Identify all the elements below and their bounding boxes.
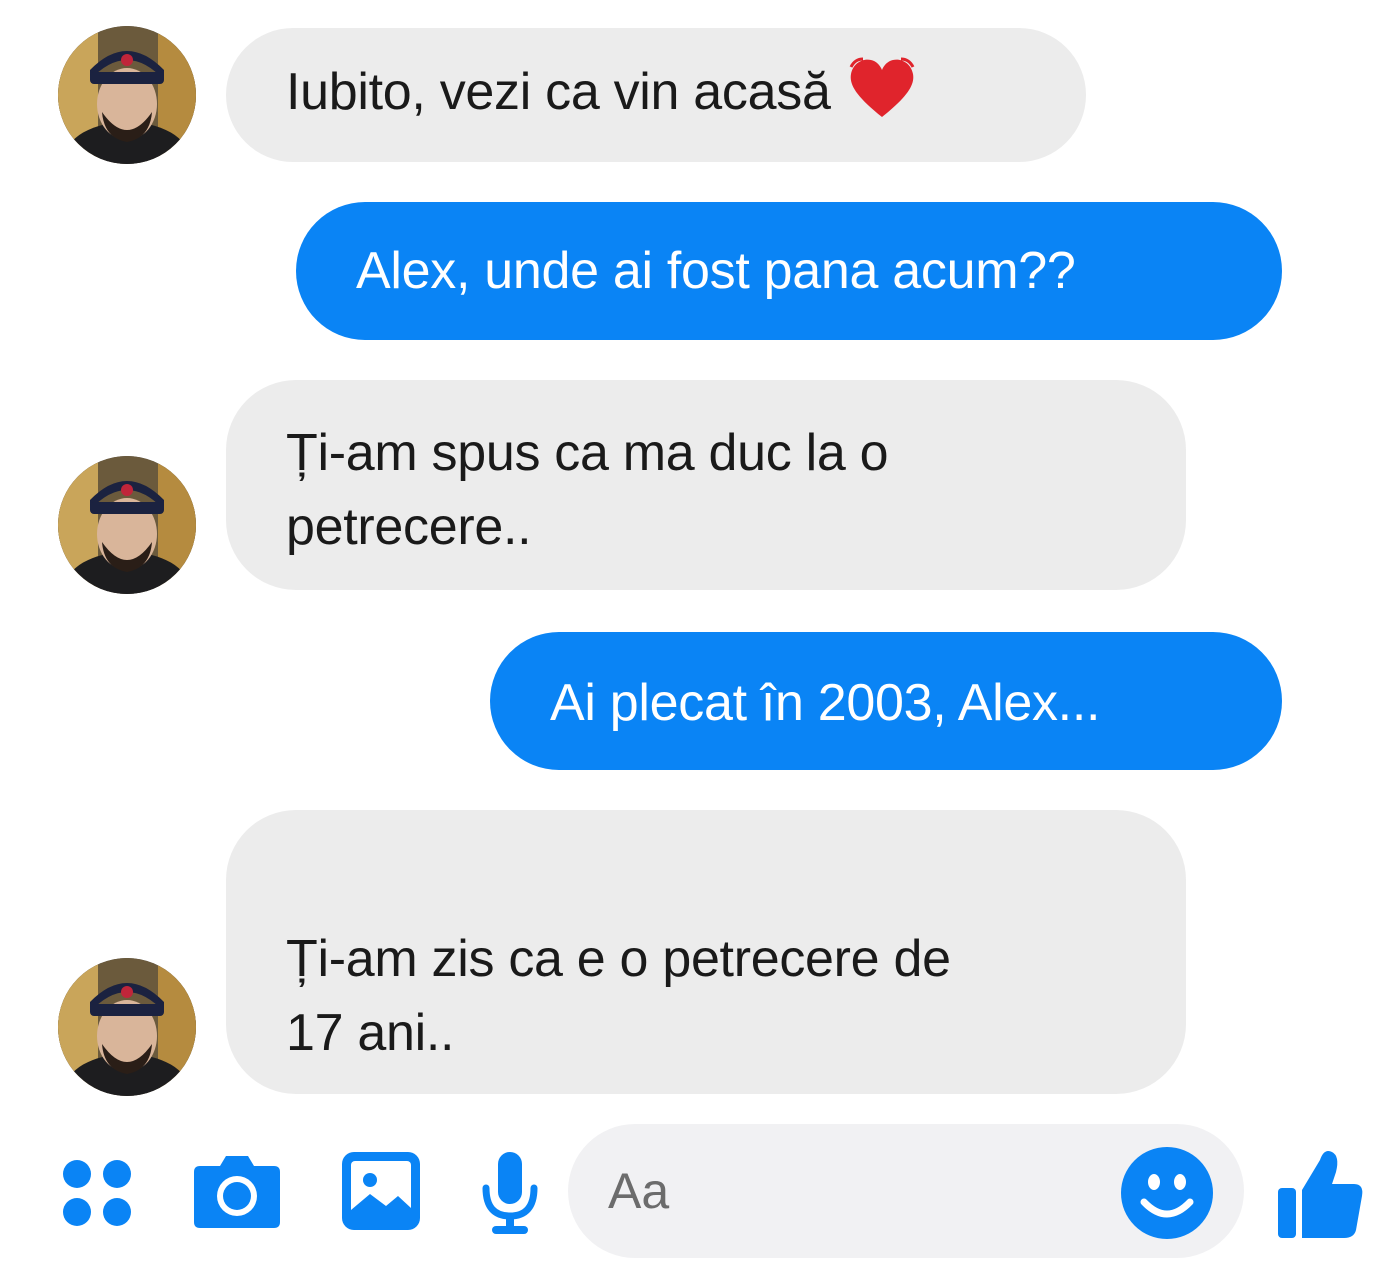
composer-bar <box>0 1124 1400 1264</box>
incoming-message: Ți-am spus ca ma duc la o petrecere.. <box>226 380 1186 590</box>
avatar[interactable] <box>58 958 196 1096</box>
avatar-photo <box>58 958 196 1096</box>
message-text-line-1: Ți-am zis ca e o petrecere de <box>286 930 951 988</box>
chat-thread: Iubito, vezi ca vin acasă Alex, unde ai … <box>0 0 1400 1264</box>
image-icon[interactable] <box>340 1150 422 1232</box>
heart-emoji-icon <box>849 57 914 117</box>
avatar-photo <box>58 456 196 594</box>
message-text-line-2: petrecere.. <box>286 498 532 556</box>
message-text: Alex, unde ai fost pana acum?? <box>356 242 1076 300</box>
avatar-photo <box>58 26 196 164</box>
message-text-line-2: 17 ani.. <box>286 1004 455 1062</box>
apps-icon[interactable] <box>60 1158 134 1228</box>
message-text: Ai plecat în 2003, Alex... <box>550 674 1101 732</box>
message-input[interactable] <box>608 1154 1088 1228</box>
incoming-message: Ți-am zis ca e o petrecere de 17 ani.. <box>226 810 1186 1094</box>
thumbs-up-icon[interactable] <box>1276 1146 1366 1240</box>
microphone-icon[interactable] <box>478 1150 542 1238</box>
message-input-container[interactable] <box>568 1124 1244 1258</box>
outgoing-message: Alex, unde ai fost pana acum?? <box>296 202 1282 340</box>
message-text: Iubito, vezi ca vin acasă <box>286 63 831 121</box>
emoji-icon[interactable] <box>1120 1146 1214 1240</box>
outgoing-message: Ai plecat în 2003, Alex... <box>490 632 1282 770</box>
avatar[interactable] <box>58 456 196 594</box>
avatar[interactable] <box>58 26 196 164</box>
camera-icon[interactable] <box>192 1152 282 1230</box>
incoming-message: Iubito, vezi ca vin acasă <box>226 28 1086 162</box>
message-text-line-1: Ți-am spus ca ma duc la o <box>286 424 889 482</box>
